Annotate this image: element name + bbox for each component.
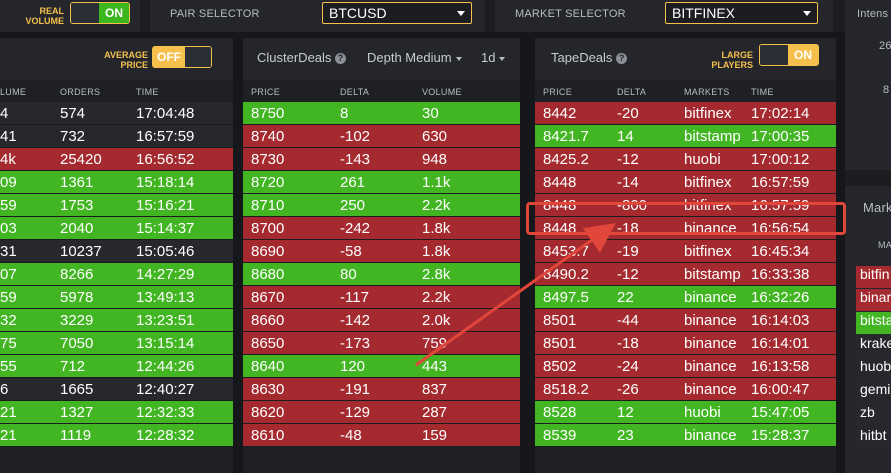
annotation-arrow — [415, 223, 616, 367]
arrow-line — [415, 223, 616, 367]
